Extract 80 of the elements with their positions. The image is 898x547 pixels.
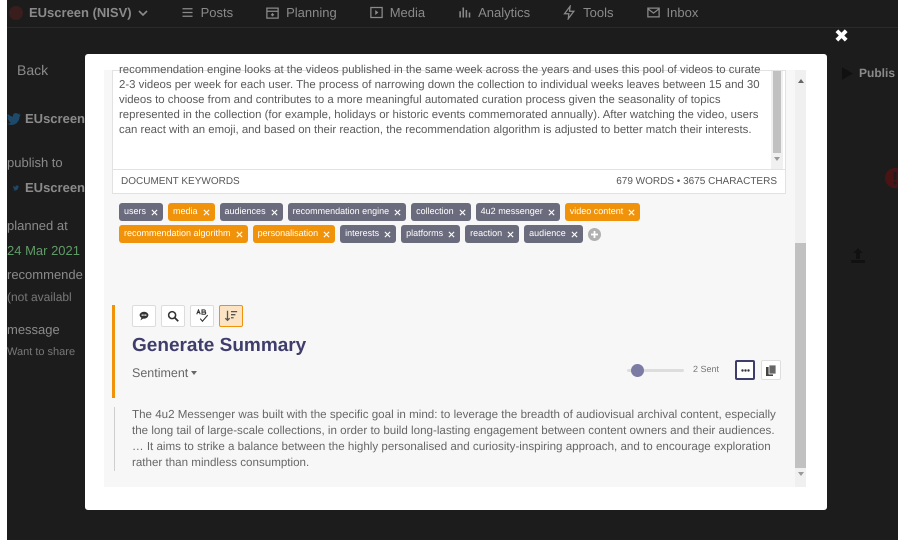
keyword-tag[interactable]: users: [119, 203, 164, 221]
close-icon: [448, 230, 456, 238]
document-stats: 679 WORDS • 3675 CHARACTERS: [616, 175, 777, 189]
bird-icon: [7, 112, 22, 126]
list-icon: [180, 5, 195, 20]
toolbar-button[interactable]: [219, 305, 243, 327]
nav-link[interactable]: Media: [368, 2, 426, 22]
plus-icon: [590, 230, 598, 238]
arrow-down-icon: [774, 157, 780, 161]
more-button[interactable]: [735, 360, 755, 380]
section-label: DOCUMENT KEYWORDS: [121, 175, 240, 189]
account-name: EUscreen: [25, 179, 85, 197]
bar-chart-icon: [457, 5, 472, 20]
scrollbar-thumb[interactable]: [773, 71, 781, 153]
keyword-tag[interactable]: collection: [411, 203, 471, 221]
publish-button[interactable]: Publis: [859, 64, 896, 82]
close-icon: [394, 208, 402, 216]
keyword-tag[interactable]: audiences: [220, 203, 283, 221]
message-field[interactable]: Want to share: [7, 344, 85, 360]
arrow-up-icon: [798, 79, 804, 83]
keyword-tag[interactable]: interests: [340, 225, 396, 243]
section-title: Generate Summary: [132, 334, 308, 358]
close-icon: [323, 230, 330, 238]
field-label: publish to: [7, 154, 64, 172]
document-text: recommendation engine looks at the videos published in the same week across the years and uses this pool of videos to curate 2-3 videos per week for each user. The process of narrowing down the collection to individual weeks leaves between 15 and 30 videos to choose from and contributes to a more meaningful automated curation process given the seasonality of topics represented in the collection (for example, holidays or historic events commemorated annually). After watching the video, users can react with an emoji, and based on their reaction, the recommendation algorithm is adjusted to better match their interests.: [118, 63, 762, 138]
close-button[interactable]: ✖: [834, 26, 849, 46]
arrow-down-icon: [798, 472, 804, 476]
close-icon: [548, 208, 555, 216]
scrollbar[interactable]: [771, 71, 783, 169]
add-tag-button[interactable]: [588, 228, 601, 240]
toolbar-button[interactable]: [161, 305, 185, 327]
account-name: EUscreen: [25, 110, 85, 128]
keyword-tag[interactable]: 4u2 messenger: [476, 203, 560, 221]
toolbar-button[interactable]: [190, 305, 214, 327]
scrollbar[interactable]: [795, 70, 806, 487]
copy-button[interactable]: [761, 360, 781, 380]
play-icon: [368, 5, 384, 20]
keyword-tag[interactable]: recommendation engine: [288, 203, 406, 221]
nav-link[interactable]: Planning: [265, 2, 337, 22]
scrollbar-thumb[interactable]: [795, 243, 806, 468]
back-link[interactable]: Back: [17, 60, 85, 81]
spellcheck-icon: [195, 309, 209, 323]
field-value: (not availabl: [7, 289, 73, 306]
close-icon: [151, 208, 158, 216]
field-label: recommende: [7, 266, 84, 284]
dots-icon: [740, 368, 750, 372]
close-icon: [236, 230, 243, 238]
close-icon: [384, 230, 392, 238]
date-text: 24 Mar 2021: [7, 242, 81, 260]
sort-icon: [224, 309, 238, 323]
lightning-icon: [562, 5, 578, 20]
chevron-down-icon: [138, 8, 148, 18]
close-icon: [202, 208, 210, 216]
account-name[interactable]: EUscreen (NISV): [29, 2, 132, 22]
calendar-icon: [265, 5, 280, 20]
caret-icon: [191, 371, 198, 376]
close-icon: [628, 208, 636, 216]
nav-link[interactable]: Inbox: [646, 2, 698, 22]
close-icon: [458, 208, 466, 216]
logo-icon: [9, 6, 23, 20]
envelope-icon: [646, 5, 661, 20]
search-icon: [166, 309, 180, 323]
field-label: planned at: [7, 216, 69, 235]
close-icon: [270, 208, 278, 216]
nav-link[interactable]: Posts: [180, 2, 234, 22]
close-icon: [507, 230, 514, 238]
toolbar-button[interactable]: [132, 305, 156, 327]
close-icon: [570, 230, 578, 238]
summary-text: The 4u2 Messenger was built with the specific goal in mind: to leverage the breadth of audiovisual archival content, especially the long tail of large-scale collections, in order to build long-lasting engagement between content owners and their audiences. … It aims to strike a balance between the highly personalised and curiosity-inspiring approach, and to encourage exploration rather than mindless consumption.: [132, 407, 777, 471]
nav-link[interactable]: Tools: [562, 2, 614, 22]
nav-link[interactable]: Analytics: [457, 2, 530, 22]
copy-icon: [766, 364, 776, 376]
slider-reading: 2 Sent: [692, 363, 719, 376]
keyword-tag[interactable]: platforms: [401, 225, 460, 243]
field-label: message: [7, 321, 61, 339]
speech-bubble-icon: [137, 309, 151, 323]
sentiment-dropdown[interactable]: Sentiment: [132, 364, 198, 383]
slider-thumb[interactable]: [631, 364, 644, 376]
keyword-tag[interactable]: reaction: [465, 225, 520, 243]
keyword-tag[interactable]: audience: [524, 225, 583, 243]
